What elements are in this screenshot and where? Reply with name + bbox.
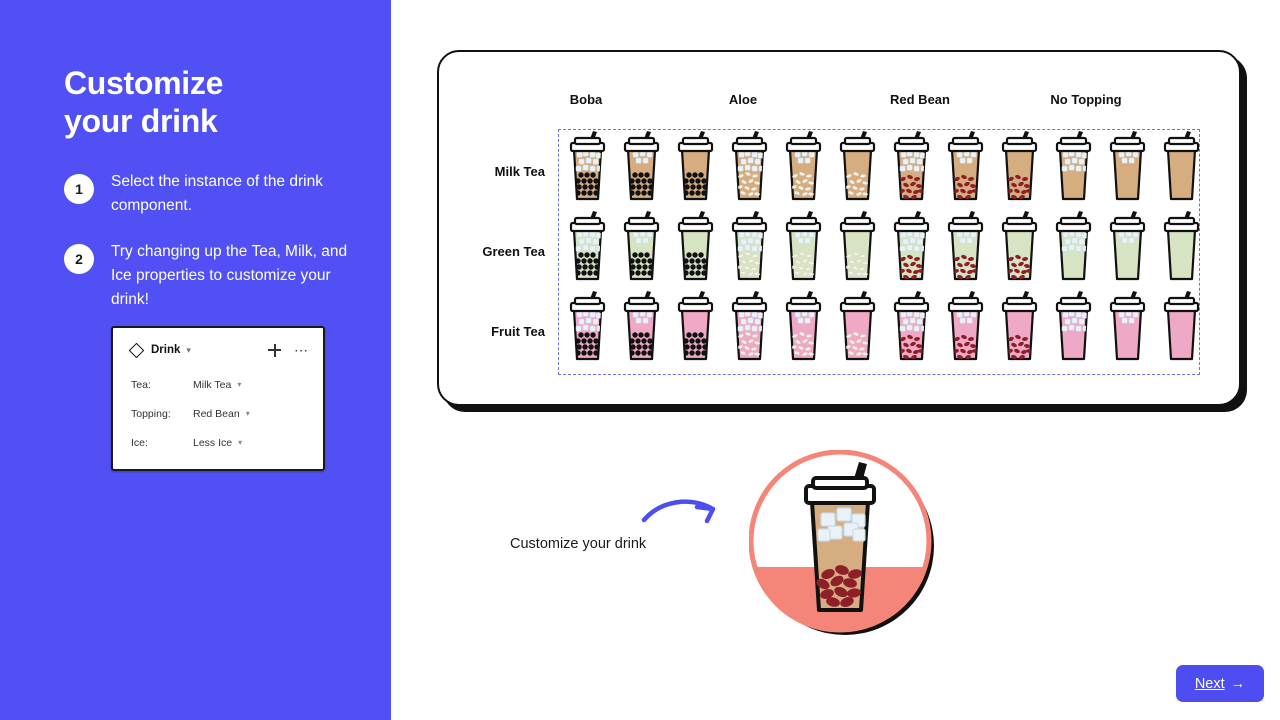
drink-cup[interactable]	[996, 209, 1043, 283]
property-row-topping: Topping: Red Bean ▾	[113, 399, 323, 428]
property-key: Tea:	[131, 378, 151, 391]
drink-cup[interactable]	[564, 209, 611, 283]
property-value[interactable]: Red Bean	[193, 408, 240, 420]
column-header-aloe: Aloe	[728, 92, 758, 107]
canvas-area: Boba Aloe Red Bean No Topping Milk Tea G…	[391, 0, 1280, 720]
drink-cup[interactable]	[1104, 289, 1151, 363]
drink-cup[interactable]	[672, 129, 719, 203]
drink-cup[interactable]	[618, 129, 665, 203]
drink-cup[interactable]	[726, 209, 773, 283]
drink-cup[interactable]	[942, 209, 989, 283]
curved-arrow-icon	[641, 494, 721, 528]
drink-variant-grid	[558, 129, 1200, 375]
property-key: Topping:	[131, 407, 171, 420]
diamond-icon	[128, 342, 145, 358]
arrow-right-icon: →	[1230, 675, 1246, 692]
drink-cup[interactable]	[780, 209, 827, 283]
page-title-line1: Customize	[64, 65, 224, 101]
chevron-down-icon[interactable]: ▾	[238, 438, 242, 447]
drink-cup[interactable]	[996, 289, 1043, 363]
step-item: 2 Try changing up the Tea, Milk, and Ice…	[64, 240, 364, 312]
drink-cup[interactable]	[834, 209, 881, 283]
row-header-fruit-tea: Fruit Tea	[491, 324, 545, 339]
drink-cup[interactable]	[564, 129, 611, 203]
drink-cup[interactable]	[672, 209, 719, 283]
next-button-label: Next	[1194, 675, 1225, 692]
step-item: 1 Select the instance of the drink compo…	[64, 170, 364, 218]
row-header-green-tea: Green Tea	[482, 244, 545, 259]
chevron-down-icon[interactable]: ▾	[237, 380, 241, 389]
drink-cup[interactable]	[1104, 209, 1151, 283]
drink-cup[interactable]	[672, 289, 719, 363]
properties-panel: Drink ▾ ⋯ Tea: Milk Tea ▾ Topping: Red B…	[111, 326, 325, 471]
step-number-badge: 1	[64, 174, 94, 204]
drink-cup[interactable]	[618, 209, 665, 283]
drink-cup[interactable]	[618, 289, 665, 363]
hero-drink-illustration	[748, 449, 935, 636]
page-title: Customize your drink	[64, 64, 364, 141]
drink-matrix-card: Boba Aloe Red Bean No Topping Milk Tea G…	[437, 50, 1241, 406]
drink-cup[interactable]	[888, 289, 935, 363]
drink-cup[interactable]	[942, 289, 989, 363]
drink-cup[interactable]	[888, 129, 935, 203]
property-row-ice: Ice: Less Ice ▾	[113, 428, 323, 457]
drink-cup[interactable]	[1158, 209, 1205, 283]
property-value[interactable]: Less Ice	[193, 437, 232, 449]
more-options-icon[interactable]: ⋯	[294, 343, 309, 357]
drink-cup[interactable]	[780, 129, 827, 203]
steps-list: 1 Select the instance of the drink compo…	[64, 170, 364, 334]
sidebar: Customize your drink 1 Select the instan…	[0, 0, 391, 720]
drink-cup[interactable]	[834, 289, 881, 363]
property-key: Ice:	[131, 436, 148, 449]
move-handle-icon[interactable]	[268, 343, 281, 357]
column-header-no-topping: No Topping	[1050, 92, 1122, 107]
drink-cup[interactable]	[1050, 289, 1097, 363]
column-header-boba: Boba	[569, 92, 603, 107]
hero-caption: Customize your drink	[510, 536, 647, 552]
chevron-down-icon[interactable]: ▾	[186, 345, 191, 356]
drink-cup[interactable]	[1050, 129, 1097, 203]
row-header-milk-tea: Milk Tea	[494, 164, 545, 179]
slide-root: Customize your drink 1 Select the instan…	[0, 0, 1280, 720]
drink-cup[interactable]	[1158, 289, 1205, 363]
drink-cup[interactable]	[996, 129, 1043, 203]
drink-cup[interactable]	[1104, 129, 1151, 203]
drink-cup[interactable]	[942, 129, 989, 203]
column-header-red-bean: Red Bean	[890, 92, 950, 107]
property-row-tea: Tea: Milk Tea ▾	[113, 370, 323, 399]
step-number-badge: 2	[64, 244, 94, 274]
chevron-down-icon[interactable]: ▾	[246, 409, 250, 418]
step-text: Try changing up the Tea, Milk, and Ice p…	[111, 243, 348, 308]
drink-cup[interactable]	[888, 209, 935, 283]
property-value[interactable]: Milk Tea	[193, 379, 231, 391]
drink-cup[interactable]	[1158, 129, 1205, 203]
drink-cup[interactable]	[726, 129, 773, 203]
next-button[interactable]: Next →	[1176, 665, 1264, 702]
step-text: Select the instance of the drink compone…	[111, 173, 323, 214]
component-name-label: Drink	[151, 344, 181, 356]
drink-cup[interactable]	[1050, 209, 1097, 283]
drink-cup[interactable]	[780, 289, 827, 363]
page-title-line2: your drink	[64, 103, 218, 140]
properties-panel-header: Drink ▾ ⋯	[113, 338, 323, 362]
drink-cup[interactable]	[834, 129, 881, 203]
drink-cup[interactable]	[564, 289, 611, 363]
drink-cup[interactable]	[726, 289, 773, 363]
